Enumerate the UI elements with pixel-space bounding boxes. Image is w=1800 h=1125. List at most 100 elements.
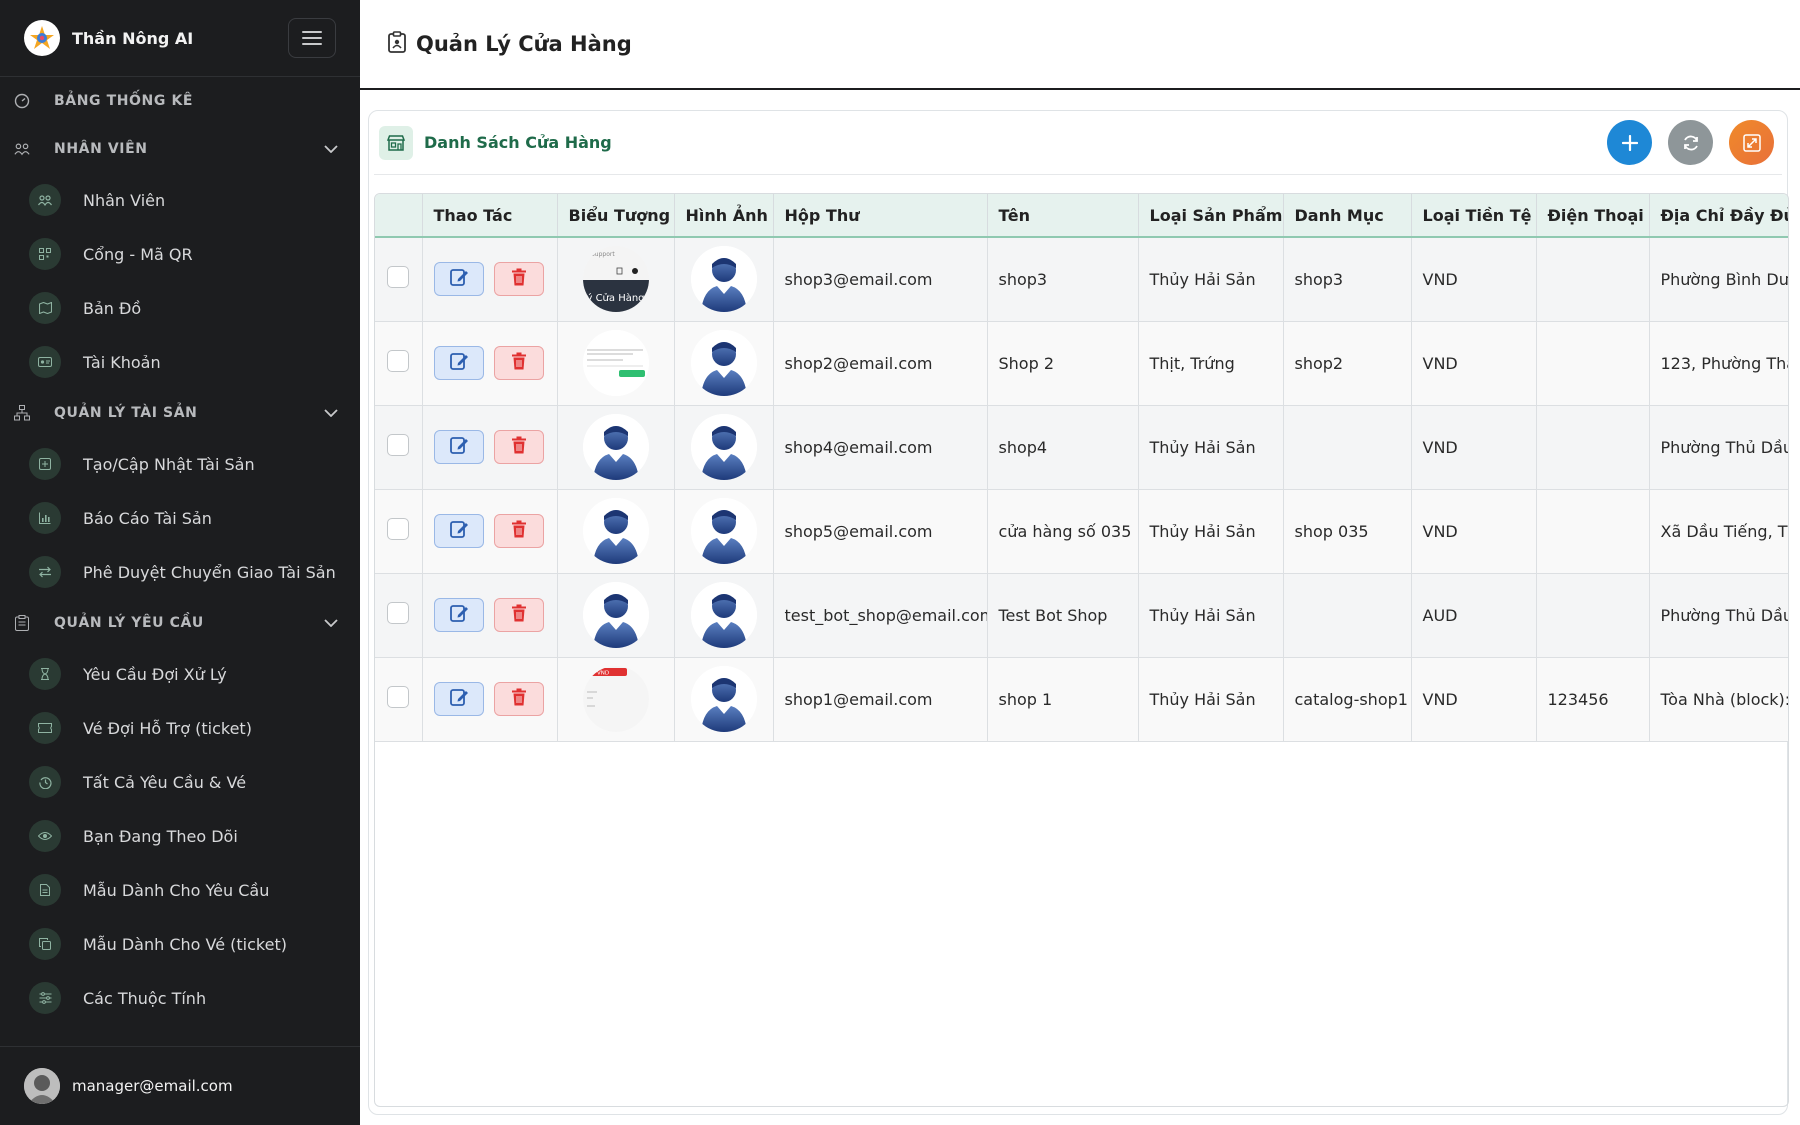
sidebar-item-asset-transfer[interactable]: Phê Duyệt Chuyển Giao Tài Sản: [0, 545, 360, 599]
col-header-category[interactable]: Danh Mục: [1283, 194, 1412, 238]
add-store-button[interactable]: [1607, 120, 1652, 165]
delete-button[interactable]: [493, 430, 544, 464]
sidebar-item-following[interactable]: Bạn Đang Theo Dõi: [0, 809, 360, 863]
address-cell: Phường Thủ Dầu: [1649, 405, 1788, 490]
store-image[interactable]: [690, 414, 757, 480]
store-image[interactable]: [690, 582, 757, 648]
delete-button[interactable]: [493, 346, 544, 380]
sidebar-item-label: Vé Đợi Hỗ Trợ (ticket): [83, 718, 252, 738]
edit-button[interactable]: [433, 346, 484, 380]
select-cell: [375, 405, 423, 490]
row-checkbox[interactable]: [387, 686, 410, 708]
sidebar-item-attributes[interactable]: Các Thuộc Tính: [0, 971, 360, 1025]
col-header-address[interactable]: Địa Chỉ Đầy Đủ: [1649, 194, 1788, 238]
history-icon: [29, 766, 61, 798]
name-cell: shop3: [987, 237, 1139, 322]
delete-button[interactable]: [493, 514, 544, 548]
sidebar-item-asset-report[interactable]: Báo Cáo Tài Sản: [0, 491, 360, 545]
card-header: Danh Sách Cửa Hàng: [374, 111, 1782, 175]
actions-cell: [422, 405, 558, 490]
table-row[interactable]: shop5@email.com cửa hàng số 035 Thủy Hải…: [375, 489, 1788, 574]
table-row[interactable]: test_bot_shop@email.com Test Bot Shop Th…: [375, 573, 1788, 658]
ticket-icon: [29, 712, 61, 744]
page-title: Quản Lý Cửa Hàng: [416, 32, 632, 56]
store-logo[interactable]: VND: [582, 666, 649, 732]
col-header-actions[interactable]: Thao Tác: [422, 194, 558, 238]
col-header-name[interactable]: Tên: [987, 194, 1139, 238]
svg-text:VND: VND: [597, 671, 609, 677]
section-staff[interactable]: NHÂN VIÊN: [0, 125, 360, 173]
delete-button[interactable]: [493, 262, 544, 297]
table-row[interactable]: shop4@email.com shop4 Thủy Hải Sản VND P…: [375, 405, 1788, 490]
image-cell: [674, 237, 774, 322]
sidebar-item-label: Tất Cả Yêu Cầu & Vé: [83, 772, 247, 792]
col-header-phone[interactable]: Điện Thoại: [1536, 194, 1650, 238]
edit-button[interactable]: [433, 430, 484, 464]
sidebar-item-pending-tickets[interactable]: Vé Đợi Hỗ Trợ (ticket): [0, 701, 360, 755]
menu-toggle-button[interactable]: [288, 18, 336, 58]
col-header-currency[interactable]: Loại Tiền Tệ: [1411, 194, 1537, 238]
store-table-container[interactable]: Thao Tác Biểu Tượng Hình Ảnh Hộp Thư Tên…: [374, 193, 1789, 1107]
store-image[interactable]: [690, 498, 757, 564]
store-logo[interactable]: [582, 330, 649, 396]
store-image[interactable]: [690, 330, 757, 396]
col-header-email[interactable]: Hộp Thư: [773, 194, 988, 238]
address-cell: Xã Dầu Tiếng, Th: [1649, 489, 1788, 574]
sidebar-item-staff[interactable]: Nhân Viên: [0, 173, 360, 227]
col-header-image[interactable]: Hình Ảnh: [674, 194, 774, 238]
phone-cell: 123456: [1536, 657, 1650, 742]
store-logo[interactable]: [582, 582, 649, 648]
col-header-product-type[interactable]: Loại Sản Phẩm: [1138, 194, 1284, 238]
edit-button[interactable]: [433, 598, 484, 632]
expand-button[interactable]: [1729, 120, 1774, 165]
sidebar-item-map[interactable]: Bản Đồ: [0, 281, 360, 335]
store-logo[interactable]: Support ý Cửa Hàng: [582, 246, 649, 313]
store-logo[interactable]: [582, 498, 649, 564]
image-cell: [674, 489, 774, 574]
row-checkbox[interactable]: [387, 266, 410, 289]
chevron-down-icon: [322, 140, 340, 158]
sidebar-item-account[interactable]: Tài Khoản: [0, 335, 360, 389]
sidebar-item-label: Mẫu Dành Cho Yêu Cầu: [83, 880, 270, 900]
trash-icon: [511, 268, 527, 290]
sidebar-item-all-requests[interactable]: Tất Cả Yêu Cầu & Vé: [0, 755, 360, 809]
table-row[interactable]: Support ý Cửa Hàng shop3@email.com shop3 …: [375, 237, 1788, 322]
address-cell: 123, Phường Thành: [1649, 321, 1788, 406]
sidebar-item-label: Nhân Viên: [83, 190, 166, 210]
store-logo[interactable]: [582, 414, 649, 480]
section-requests[interactable]: QUẢN LÝ YÊU CẦU: [0, 599, 360, 647]
edit-button[interactable]: [433, 682, 484, 716]
team-icon: [14, 141, 30, 157]
store-image[interactable]: [690, 246, 757, 313]
edit-button[interactable]: [433, 514, 484, 548]
sidebar-footer[interactable]: manager@email.com: [0, 1046, 360, 1125]
sidebar-item-ticket-templates[interactable]: Mẫu Dành Cho Vé (ticket): [0, 917, 360, 971]
row-checkbox[interactable]: [387, 602, 410, 624]
store-image[interactable]: [690, 666, 757, 732]
sidebar-item-create-asset[interactable]: Tạo/Cập Nhật Tài Sản: [0, 437, 360, 491]
nav-dashboard-label: BẢNG THỐNG KÊ: [54, 93, 194, 109]
sidebar-item-request-templates[interactable]: Mẫu Dành Cho Yêu Cầu: [0, 863, 360, 917]
product-type-cell: Thủy Hải Sản: [1138, 405, 1284, 490]
row-checkbox[interactable]: [387, 518, 410, 540]
store-list-card: Danh Sách Cửa Hàng Thao Tác Biểu Tượng H…: [368, 110, 1789, 1115]
table-row[interactable]: shop2@email.com Shop 2 Thịt, Trứng shop2…: [375, 321, 1788, 406]
col-header-logo[interactable]: Biểu Tượng: [557, 194, 675, 238]
store-icon: [379, 125, 413, 160]
row-checkbox[interactable]: [387, 350, 410, 372]
row-checkbox[interactable]: [387, 434, 410, 456]
sidebar-item-pending-requests[interactable]: Yêu Cầu Đợi Xử Lý: [0, 647, 360, 701]
refresh-button[interactable]: [1668, 120, 1713, 165]
edit-icon: [449, 519, 469, 543]
email-cell: shop2@email.com: [773, 321, 988, 406]
logo-cell: [557, 321, 675, 406]
delete-button[interactable]: [493, 598, 544, 632]
edit-button[interactable]: [433, 262, 484, 297]
brand-logo-icon[interactable]: [24, 20, 60, 56]
table-row[interactable]: VND shop1@email.com shop 1 Thủy Hải Sản …: [375, 657, 1788, 742]
nav-dashboard[interactable]: BẢNG THỐNG KÊ: [0, 77, 360, 125]
avatar[interactable]: [24, 1068, 60, 1104]
section-assets[interactable]: QUẢN LÝ TÀI SẢN: [0, 389, 360, 437]
delete-button[interactable]: [493, 682, 544, 716]
sidebar-item-qr-gate[interactable]: Cổng - Mã QR: [0, 227, 360, 281]
